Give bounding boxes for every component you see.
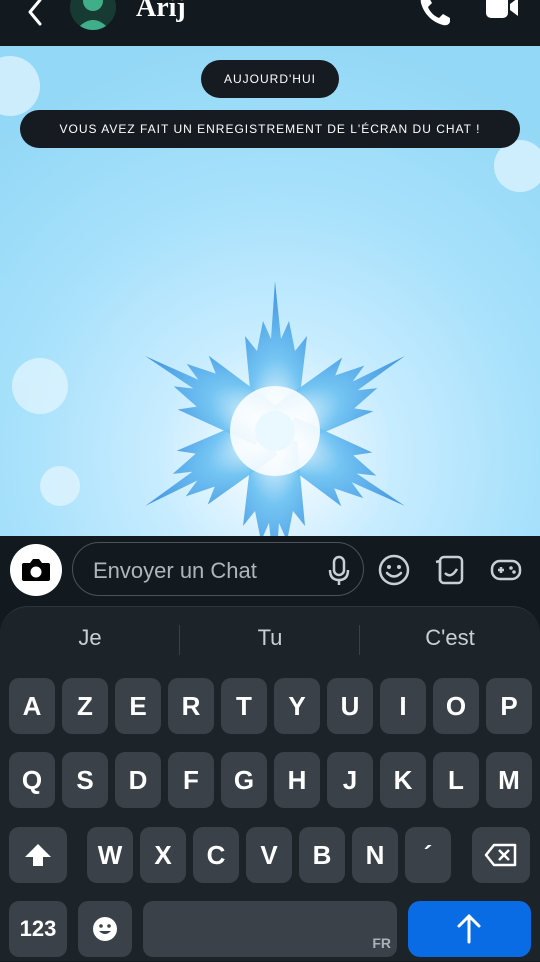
bitmoji-icon [76, 0, 110, 30]
key-a[interactable]: A [9, 678, 55, 734]
arrow-up-icon [457, 914, 481, 944]
message-composer: Envoyer un Chat [0, 536, 540, 606]
sticker-icon[interactable] [433, 553, 467, 587]
key-p[interactable]: P [486, 678, 532, 734]
video-camera-icon[interactable] [482, 0, 522, 26]
key-v[interactable]: V [246, 827, 292, 883]
phone-icon[interactable] [418, 0, 454, 28]
key-w[interactable]: W [87, 827, 133, 883]
key-m[interactable]: M [486, 752, 532, 808]
key-d[interactable]: D [115, 752, 161, 808]
emoji-icon[interactable] [377, 553, 411, 587]
key-t[interactable]: T [221, 678, 267, 734]
chat-background: AUJOURD'HUI VOUS AVEZ FAIT UN ENREGISTRE… [0, 46, 540, 536]
numbers-key[interactable]: 123 [9, 901, 67, 957]
camera-icon [22, 559, 50, 581]
key-e[interactable]: E [115, 678, 161, 734]
backspace-key[interactable] [472, 827, 530, 883]
key-f[interactable]: F [168, 752, 214, 808]
space-language-label: FR [372, 935, 391, 951]
key-l[interactable]: L [433, 752, 479, 808]
suggestion-divider [359, 625, 360, 655]
key-g[interactable]: G [221, 752, 267, 808]
key-y[interactable]: Y [274, 678, 320, 734]
suggestion-3[interactable]: C'est [380, 625, 520, 651]
key-u[interactable]: U [327, 678, 373, 734]
gamepad-icon[interactable] [489, 553, 523, 587]
key-i[interactable]: I [380, 678, 426, 734]
shift-icon [25, 844, 51, 866]
keyboard: Je Tu C'est A Z E R T Y U I O P Q S D F … [0, 606, 540, 961]
chevron-left-icon[interactable] [22, 0, 52, 36]
key-accent[interactable]: ´ [405, 827, 451, 883]
camera-button[interactable] [10, 544, 62, 596]
chat-input[interactable]: Envoyer un Chat [72, 542, 364, 596]
avatar[interactable] [70, 0, 116, 30]
shift-key[interactable] [9, 827, 67, 883]
contact-name[interactable]: Arij [136, 0, 186, 24]
key-k[interactable]: K [380, 752, 426, 808]
key-x[interactable]: X [140, 827, 186, 883]
key-s[interactable]: S [62, 752, 108, 808]
suggestion-1[interactable]: Je [20, 625, 160, 651]
suggestion-divider [179, 625, 180, 655]
backspace-icon [484, 843, 517, 867]
key-o[interactable]: O [433, 678, 479, 734]
date-separator: AUJOURD'HUI [201, 60, 339, 98]
chat-header: Arij [0, 0, 540, 46]
key-b[interactable]: B [299, 827, 345, 883]
suggestion-2[interactable]: Tu [200, 625, 340, 651]
key-c[interactable]: C [193, 827, 239, 883]
key-n[interactable]: N [352, 827, 398, 883]
key-q[interactable]: Q [9, 752, 55, 808]
space-bar[interactable]: FR [143, 901, 397, 957]
key-h[interactable]: H [274, 752, 320, 808]
screen-record-notice: VOUS AVEZ FAIT UN ENREGISTREMENT DE L'ÉC… [20, 110, 520, 148]
microphone-icon[interactable] [325, 555, 353, 587]
key-z[interactable]: Z [62, 678, 108, 734]
key-r[interactable]: R [168, 678, 214, 734]
key-j[interactable]: J [327, 752, 373, 808]
chat-input-placeholder: Envoyer un Chat [93, 558, 257, 583]
emoji-keyboard-icon [93, 917, 117, 941]
emoji-key[interactable] [78, 901, 132, 957]
send-key[interactable] [408, 901, 531, 957]
